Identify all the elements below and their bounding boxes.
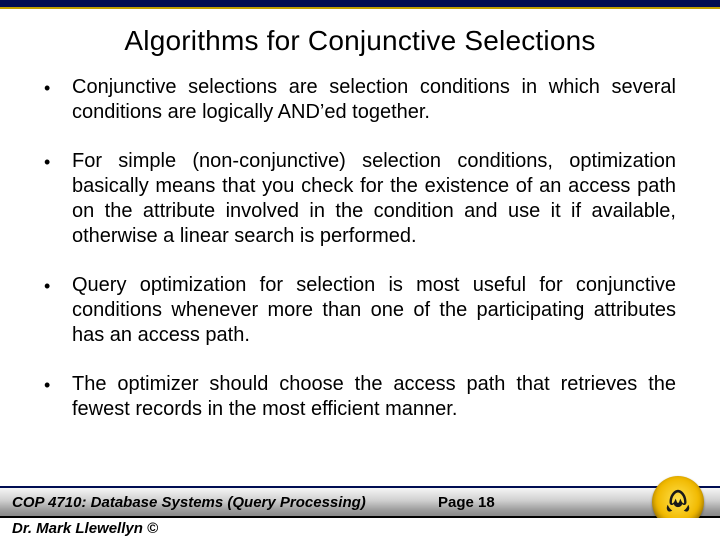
bullet-icon: • — [44, 273, 72, 298]
bullet-text: Query optimization for selection is most… — [72, 273, 676, 348]
bullet-text: Conjunctive selections are selection con… — [72, 75, 676, 125]
footer-page-label: Page 18 — [438, 494, 495, 511]
list-item: • Conjunctive selections are selection c… — [44, 75, 676, 125]
slide-content: • Conjunctive selections are selection c… — [0, 75, 720, 540]
footer-author-line: Dr. Mark Llewellyn © — [0, 518, 720, 540]
list-item: • For simple (non-conjunctive) selection… — [44, 149, 676, 249]
bullet-list: • Conjunctive selections are selection c… — [44, 75, 676, 422]
list-item: • Query optimization for selection is mo… — [44, 273, 676, 348]
bullet-text: The optimizer should choose the access p… — [72, 372, 676, 422]
footer: COP 4710: Database Systems (Query Proces… — [0, 486, 720, 540]
bullet-icon: • — [44, 149, 72, 174]
bullet-text: For simple (non-conjunctive) selection c… — [72, 149, 676, 249]
list-item: • The optimizer should choose the access… — [44, 372, 676, 422]
bullet-icon: • — [44, 75, 72, 100]
footer-course-label: COP 4710: Database Systems (Query Proces… — [12, 494, 366, 511]
bullet-icon: • — [44, 372, 72, 397]
top-accent-bar — [0, 0, 720, 9]
slide: Algorithms for Conjunctive Selections • … — [0, 0, 720, 540]
slide-title: Algorithms for Conjunctive Selections — [0, 9, 720, 75]
footer-bar: COP 4710: Database Systems (Query Proces… — [0, 486, 720, 518]
